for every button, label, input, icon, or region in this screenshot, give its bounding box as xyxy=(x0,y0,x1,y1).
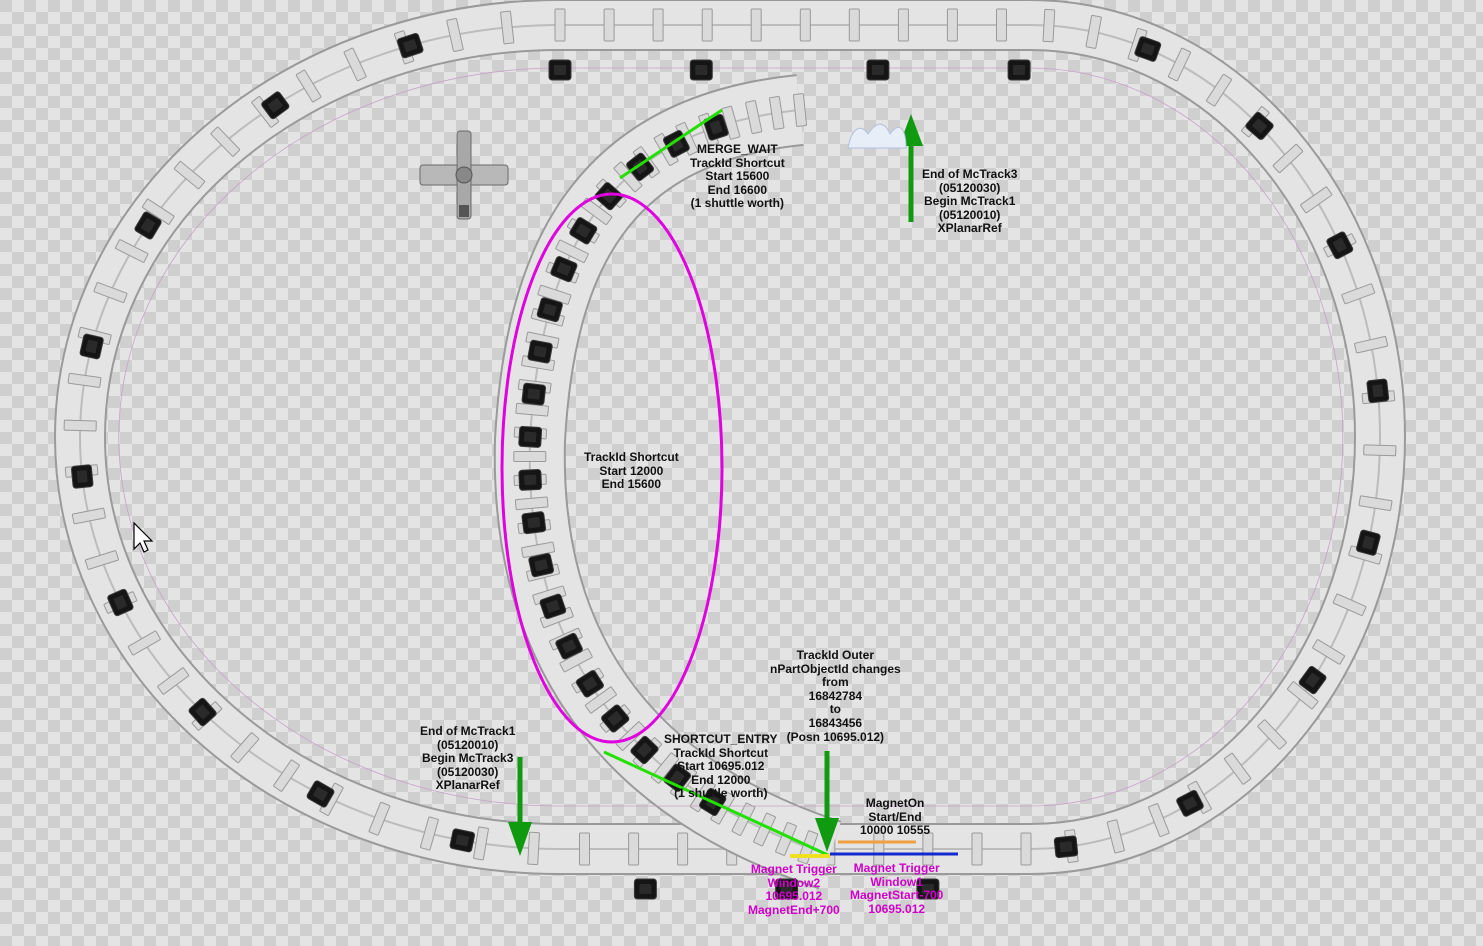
track-tie xyxy=(848,8,860,42)
mouse-cursor-icon xyxy=(133,521,154,553)
shuttle xyxy=(70,464,94,489)
sensor-marker xyxy=(847,123,907,149)
track-tie xyxy=(946,8,958,42)
shuttle xyxy=(689,59,713,81)
track-tie xyxy=(527,831,540,866)
track-tie xyxy=(750,8,762,42)
shuttle xyxy=(633,878,657,900)
magnet-on-label: MagnetOn Start/End 10000 10555 xyxy=(860,796,931,838)
track-tie xyxy=(1020,832,1032,866)
shuttle xyxy=(1366,378,1390,404)
shuttle xyxy=(521,510,547,535)
magnet-trigger-window1-label: Magnet Trigger Window1 MagnetStart-700 1069… xyxy=(850,861,944,916)
track-tie xyxy=(996,8,1007,42)
track-tie xyxy=(628,832,640,866)
track-tie xyxy=(677,832,689,866)
magnet-trigger-window2-label: Magnet Trigger Window2 10695.012 MagnetEnd+… xyxy=(748,862,840,917)
track-tie xyxy=(652,8,664,42)
track-tie xyxy=(1042,8,1056,43)
merge-wait-label: MERGE_WAIT TrackId Shortcut Start 15600 End… xyxy=(690,142,785,211)
shuttle xyxy=(518,468,543,491)
shuttle xyxy=(518,425,543,449)
shuttle xyxy=(526,339,554,364)
shuttle xyxy=(1053,835,1079,859)
shuttle xyxy=(548,59,572,81)
track-tie xyxy=(514,496,549,511)
track-tie xyxy=(701,8,713,42)
shuttle xyxy=(449,827,476,853)
shuttle xyxy=(1007,59,1031,81)
shortcut-mid-label: TrackId Shortcut Start 12000 End 15600 xyxy=(584,450,679,492)
track-tie xyxy=(799,8,811,42)
shuttle xyxy=(521,382,547,406)
shuttle xyxy=(79,333,105,360)
shortcut-entry-label: SHORTCUT_ENTRY TrackId Shortcut Start 1069… xyxy=(664,732,778,801)
robot-arm-icon xyxy=(419,130,509,220)
outer-change-label: TrackId Outer nPartObjectId changes from 16… xyxy=(770,648,901,744)
shuttle xyxy=(527,552,555,578)
track-tie xyxy=(1363,444,1397,457)
track-tie xyxy=(603,8,615,42)
track-tie xyxy=(579,832,590,866)
track-tie xyxy=(554,8,566,42)
track-tie xyxy=(513,450,547,463)
track-tie xyxy=(971,832,983,866)
shuttle xyxy=(866,59,890,81)
end-mctrack1-label: End of McTrack1 (05120010) Begin McTrack3(… xyxy=(420,724,516,793)
end-mctrack3-label: End of McTrack3 (05120030) Begin McTrack1(… xyxy=(922,167,1018,236)
track-tie xyxy=(897,8,909,42)
track-tie xyxy=(63,419,97,432)
